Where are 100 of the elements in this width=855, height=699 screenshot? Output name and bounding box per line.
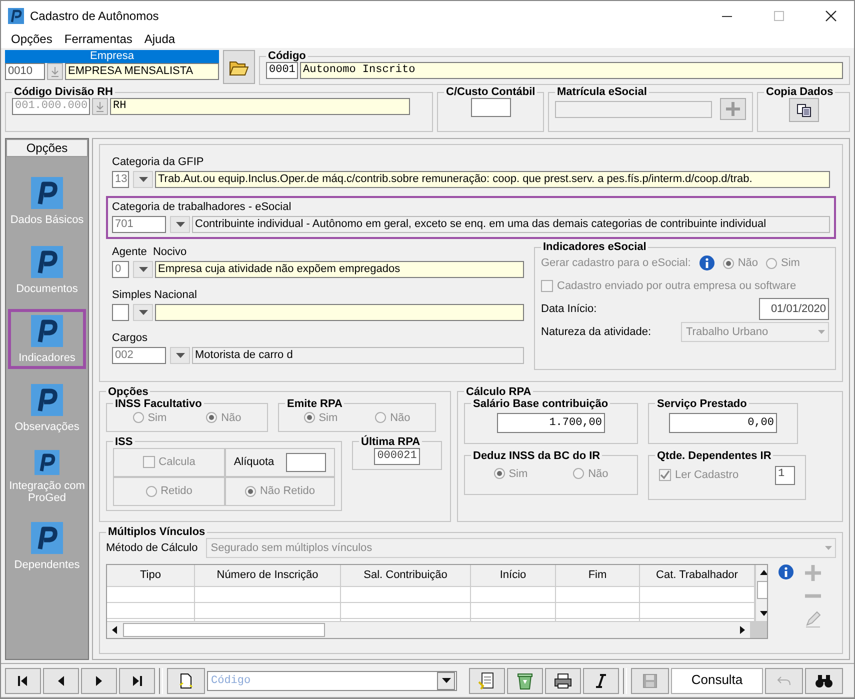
code-field[interactable]: 701 (112, 216, 166, 233)
italic-button[interactable] (583, 668, 619, 694)
dropdown-button[interactable] (133, 261, 153, 278)
caret-icon (138, 310, 148, 315)
plus-icon (725, 101, 742, 117)
recycle-bin-button[interactable] (507, 668, 543, 694)
division-name-field[interactable]: RH (110, 98, 410, 115)
next-record-button[interactable] (81, 668, 117, 694)
description-field[interactable]: Empresa cuja atividade não expõem empregados (155, 261, 524, 278)
vertical-scrollbar[interactable] (755, 565, 767, 622)
caret-icon (138, 177, 148, 182)
logo-icon (31, 246, 63, 278)
column-header[interactable]: Fim (556, 565, 640, 588)
service-field[interactable]: 0,00 (669, 412, 777, 433)
code-field[interactable]: 0001 (266, 62, 298, 79)
dropdown-button[interactable] (133, 171, 153, 188)
group-title: Matrícula eSocial (556, 86, 648, 98)
group-title: C/Custo Contábil (445, 86, 536, 98)
field-label: Alíquota (234, 456, 274, 468)
group-title: Deduz INSS da BC do IR (472, 450, 602, 462)
column-header[interactable]: Número de Inscrição (195, 565, 341, 588)
group-title: Código Divisão RH (13, 86, 114, 98)
window-title: Cadastro de Autônomos (30, 8, 159, 22)
last-record-button[interactable] (119, 668, 155, 694)
logo-icon (31, 522, 63, 554)
rate-field[interactable] (286, 452, 326, 472)
menu-item[interactable]: Ajuda (144, 32, 176, 46)
group-title: Última RPA (360, 436, 422, 448)
italic-icon (595, 674, 607, 688)
info-icon[interactable] (778, 564, 794, 580)
dropdown-button[interactable] (170, 347, 190, 364)
checkbox[interactable]: Ler Cadastro (659, 469, 739, 482)
description-field[interactable]: Trab.Aut.ou equip.Inclus.Oper.de máq.c/contrib.sobre remuneração: coop. que prest.serv. a pes.fís.p/interm.d/coop.d/trab. (155, 171, 830, 188)
report-button[interactable] (469, 668, 505, 694)
code-field[interactable]: 13 (112, 171, 129, 188)
search-button[interactable] (805, 668, 843, 694)
registration-field[interactable] (555, 100, 712, 118)
company-name-field[interactable]: EMPRESA MENSALISTA (65, 63, 219, 80)
sidebar-item[interactable]: Documentos (8, 240, 86, 300)
app-logo-icon (8, 8, 24, 24)
group-title: Qtde. Dependentes IR (656, 450, 772, 462)
sidebar-item[interactable]: Dependentes (8, 516, 86, 576)
new-record-button[interactable] (167, 668, 205, 694)
radio-button[interactable]: Retido (146, 485, 192, 498)
last-icon (132, 674, 142, 686)
column-header[interactable]: Sal. Contribuição (341, 565, 471, 588)
sidebar-header-button[interactable]: Opções (6, 139, 88, 157)
field-label: Data Início: (541, 303, 597, 315)
description-field[interactable]: Contribuinte individual - Autônomo em geral, exceto se enq. em uma das demais categorias de contribuinte individual (192, 216, 830, 233)
copy-button[interactable] (788, 98, 818, 122)
menu-item[interactable]: Ferramentas (64, 32, 132, 46)
cost-center-field[interactable] (470, 98, 510, 117)
first-record-button[interactable] (5, 668, 41, 694)
new-document-icon (179, 672, 193, 688)
open-folder-button[interactable] (223, 50, 255, 84)
recycle-bin-icon (517, 672, 533, 690)
binoculars-icon (815, 674, 833, 688)
dropdown-button[interactable] (133, 304, 153, 321)
caret-icon (176, 222, 184, 227)
logo-icon (31, 176, 63, 208)
code-field[interactable]: 0 (112, 261, 129, 278)
radio-button[interactable]: Não (375, 412, 410, 424)
radio-button[interactable]: Sim (494, 468, 528, 480)
division-code-field[interactable]: 001.000.000 (12, 98, 90, 115)
base-salary-field[interactable]: 1.700,00 (497, 412, 605, 433)
print-button[interactable] (545, 668, 581, 694)
info-icon[interactable] (698, 255, 715, 271)
description-field[interactable] (155, 304, 524, 321)
column-header[interactable]: Início (471, 565, 556, 588)
description-field[interactable]: Motorista de carro d (192, 347, 524, 364)
dropdown-button[interactable] (170, 216, 190, 233)
method-select[interactable]: Segurado sem múltiplos vínculos (206, 538, 836, 558)
code-search-combo[interactable]: Código (207, 670, 457, 690)
company-code-field[interactable]: 0010 (5, 63, 45, 80)
close-icon[interactable] (825, 10, 837, 22)
undo-icon (777, 676, 791, 686)
last-rpa-field[interactable]: 000021 (374, 448, 420, 465)
dependents-field[interactable]: 1 (775, 466, 795, 485)
mode-indicator: Consulta (671, 668, 763, 694)
radio-button[interactable]: Sim (132, 412, 167, 424)
sidebar-item[interactable]: Dados Básicos (8, 171, 86, 231)
group-title: INSS Facultativo (114, 398, 203, 410)
printer-icon (554, 672, 572, 688)
column-header[interactable]: Tipo (107, 565, 195, 588)
menu-item[interactable]: Opções (11, 32, 52, 46)
code-field[interactable]: 002 (112, 347, 166, 364)
sidebar-item[interactable]: Observações (8, 378, 86, 438)
radio-button[interactable]: Não (573, 468, 608, 480)
previous-record-button[interactable] (43, 668, 79, 694)
field-label: Método de Cálculo (106, 542, 198, 554)
report-icon (478, 672, 496, 690)
horizontal-scrollbar[interactable] (107, 621, 767, 638)
code-field[interactable] (112, 304, 129, 321)
group-title: Cálculo RPA (465, 386, 532, 398)
radio-button[interactable]: Sim (304, 412, 338, 424)
sidebar-item[interactable]: Indicadores (8, 309, 86, 369)
radio-button[interactable]: Não (206, 412, 242, 424)
name-field[interactable]: Autonomo Inscrito (300, 62, 843, 79)
sidebar-item[interactable]: Integração com ProGed (8, 447, 86, 507)
next-icon (95, 674, 103, 686)
